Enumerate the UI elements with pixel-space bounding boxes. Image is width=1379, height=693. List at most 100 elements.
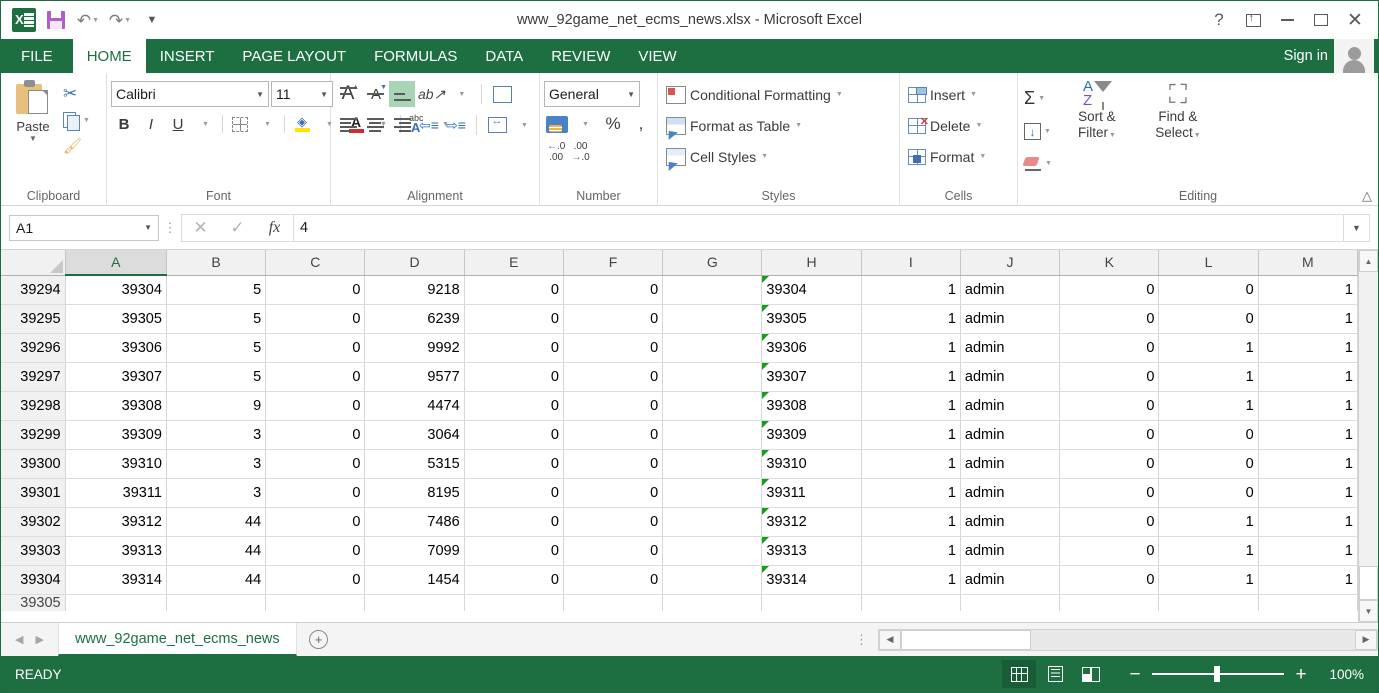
- cell-g[interactable]: [662, 333, 763, 363]
- insert-function-icon[interactable]: fx: [256, 215, 293, 241]
- cell-g[interactable]: [662, 594, 763, 611]
- number-format-select[interactable]: General ▼: [544, 81, 640, 107]
- enter-formula-icon[interactable]: ✓: [219, 215, 256, 241]
- cell-h[interactable]: 39314: [761, 565, 862, 595]
- cell-j[interactable]: admin: [960, 565, 1061, 595]
- cell-d[interactable]: 8195: [364, 478, 465, 508]
- cell-a[interactable]: 39307: [65, 362, 167, 392]
- cell-e[interactable]: 0: [464, 478, 564, 508]
- cell-g[interactable]: [662, 304, 763, 334]
- decrease-indent-button[interactable]: ⇦≡: [416, 112, 442, 138]
- chevron-down-icon[interactable]: ▼: [256, 90, 264, 99]
- cell-g[interactable]: [662, 536, 763, 566]
- zoom-track[interactable]: [1152, 666, 1284, 682]
- table-row[interactable]: 39295 39305 5 0 6239 0 0 39305 1 admin 0: [1, 304, 1358, 334]
- cell-k[interactable]: 0: [1059, 478, 1160, 508]
- worksheet-grid[interactable]: A B C D E F G H I J K L M 39294 39304 5 …: [1, 250, 1358, 611]
- borders-dropdown-icon[interactable]: ▼: [254, 111, 280, 137]
- column-header-b[interactable]: B: [166, 250, 267, 276]
- cell-k[interactable]: 0: [1059, 536, 1160, 566]
- cell-b[interactable]: 3: [166, 449, 267, 479]
- cell-l[interactable]: 1: [1158, 391, 1259, 421]
- split-handle[interactable]: ⋮: [845, 632, 878, 648]
- column-header-a[interactable]: A: [65, 250, 167, 276]
- row-header[interactable]: 39304: [1, 565, 66, 595]
- table-row[interactable]: 39297 39307 5 0 9577 0 0 39307 1 admin 0: [1, 362, 1358, 392]
- cell-d[interactable]: 9992: [364, 333, 465, 363]
- cell-b[interactable]: 44: [166, 565, 267, 595]
- sign-in-link[interactable]: Sign in: [1284, 48, 1328, 64]
- column-header-d[interactable]: D: [364, 250, 465, 276]
- close-icon[interactable]: ✕: [1338, 5, 1372, 35]
- chevron-down-icon[interactable]: ▼: [836, 91, 843, 98]
- table-row[interactable]: 39301 39311 3 0 8195 0 0 39311 1 admin 0: [1, 478, 1358, 508]
- cell-l[interactable]: 0: [1158, 304, 1259, 334]
- chevron-down-icon[interactable]: ▼: [627, 90, 635, 99]
- cell-c[interactable]: 0: [265, 536, 366, 566]
- cell-h[interactable]: 39309: [761, 420, 862, 450]
- cell-j[interactable]: admin: [960, 449, 1061, 479]
- new-sheet-button[interactable]: +: [297, 623, 341, 656]
- cell-f[interactable]: 0: [563, 333, 664, 363]
- cell-d[interactable]: 3064: [364, 420, 465, 450]
- cell-l[interactable]: [1158, 594, 1259, 611]
- cell-c[interactable]: 0: [265, 333, 366, 363]
- cell-k[interactable]: [1059, 594, 1160, 611]
- cell-j[interactable]: admin: [960, 507, 1061, 537]
- accounting-dropdown-icon[interactable]: ▼: [572, 111, 598, 137]
- cell-h[interactable]: 39308: [761, 391, 862, 421]
- bold-button[interactable]: B: [111, 111, 137, 137]
- redo-icon[interactable]: ↷ ▼: [105, 6, 135, 34]
- cell-c[interactable]: 0: [265, 362, 366, 392]
- row-header[interactable]: 39302: [1, 507, 66, 537]
- cell-d[interactable]: 9577: [364, 362, 465, 392]
- cell-m[interactable]: 1: [1258, 420, 1358, 450]
- cell-k[interactable]: 0: [1059, 391, 1160, 421]
- cell-l[interactable]: 0: [1158, 275, 1259, 305]
- increase-decimal-button[interactable]: ←.0.00: [547, 141, 565, 163]
- align-left-button[interactable]: [335, 112, 361, 138]
- save-icon[interactable]: [41, 6, 71, 34]
- cell-d[interactable]: 9218: [364, 275, 465, 305]
- orientation-button[interactable]: ab↗: [416, 81, 447, 107]
- cell-m[interactable]: 1: [1258, 449, 1358, 479]
- cell-g[interactable]: [662, 449, 763, 479]
- cell-e[interactable]: 0: [464, 507, 564, 537]
- cell-b[interactable]: 44: [166, 536, 267, 566]
- cell-a[interactable]: 39312: [65, 507, 167, 537]
- row-header[interactable]: 39301: [1, 478, 66, 508]
- cell-e[interactable]: 0: [464, 362, 564, 392]
- cell-c[interactable]: 0: [265, 565, 366, 595]
- normal-view-button[interactable]: [1002, 660, 1036, 688]
- scroll-down-icon[interactable]: ▼: [1359, 600, 1378, 622]
- cell-l[interactable]: 1: [1158, 362, 1259, 392]
- row-header[interactable]: 39303: [1, 536, 66, 566]
- cell-e[interactable]: 0: [464, 536, 564, 566]
- cell-h[interactable]: 39305: [761, 304, 862, 334]
- tab-page-layout[interactable]: PAGE LAYOUT: [228, 39, 361, 73]
- vertical-scroll-thumb[interactable]: [1359, 566, 1378, 600]
- table-row-partial[interactable]: 39305: [1, 594, 1358, 611]
- cell-c[interactable]: 0: [265, 275, 366, 305]
- row-header[interactable]: 39296: [1, 333, 66, 363]
- page-layout-view-button[interactable]: [1038, 660, 1072, 688]
- cell-m[interactable]: 1: [1258, 362, 1358, 392]
- table-row[interactable]: 39300 39310 3 0 5315 0 0 39310 1 admin 0: [1, 449, 1358, 479]
- cell-f[interactable]: [563, 594, 664, 611]
- cell-e[interactable]: 0: [464, 420, 564, 450]
- chevron-down-icon[interactable]: ▼: [320, 90, 328, 99]
- cell-b[interactable]: 3: [166, 420, 267, 450]
- bottom-align-button[interactable]: [389, 81, 415, 107]
- insert-cells-button[interactable]: Insert ▼: [904, 79, 981, 110]
- tab-review[interactable]: REVIEW: [537, 39, 625, 73]
- underline-dropdown-icon[interactable]: ▼: [192, 111, 218, 137]
- cell-b[interactable]: [166, 594, 267, 611]
- cell-j[interactable]: admin: [960, 304, 1061, 334]
- zoom-slider[interactable]: − +: [1122, 665, 1314, 684]
- cell-k[interactable]: 0: [1059, 362, 1160, 392]
- cell-b[interactable]: 9: [166, 391, 267, 421]
- maximize-icon[interactable]: [1304, 5, 1338, 35]
- cell-h[interactable]: [761, 594, 862, 611]
- cell-m[interactable]: 1: [1258, 333, 1358, 363]
- chevron-down-icon[interactable]: ▼: [1038, 95, 1045, 102]
